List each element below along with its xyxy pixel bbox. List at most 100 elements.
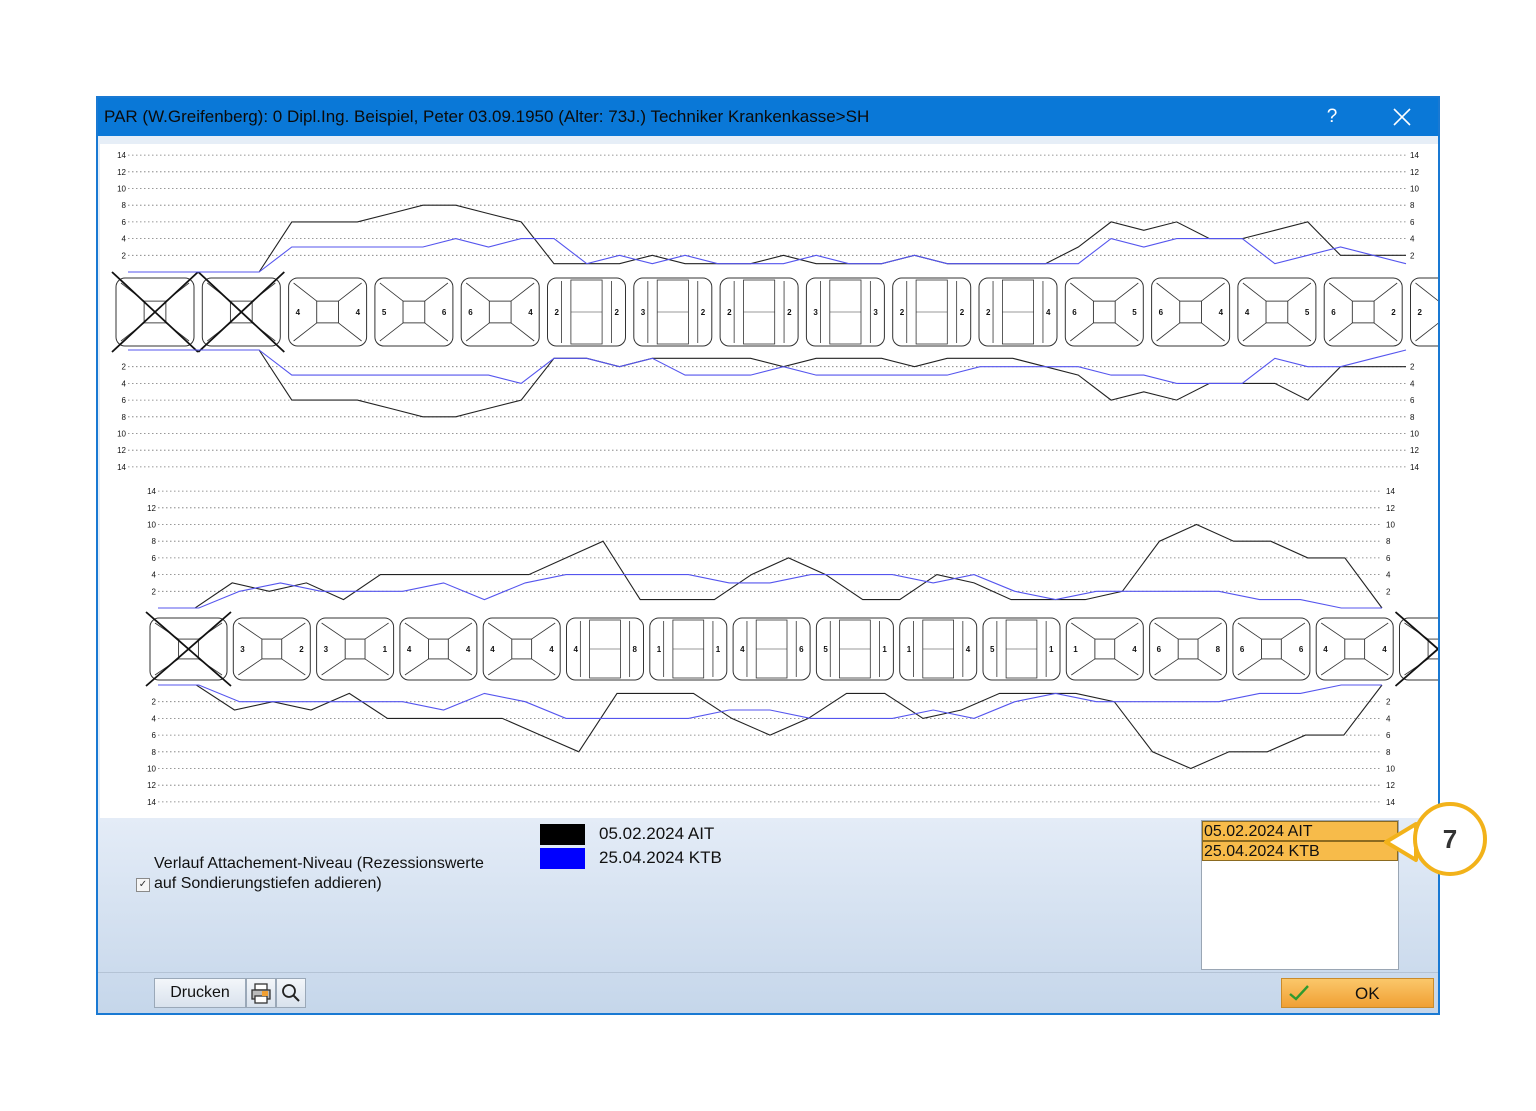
upper-tooth xyxy=(197,271,285,353)
grid-label-right: 6 xyxy=(1410,218,1415,227)
lower-tooth-part xyxy=(1177,638,1199,660)
grid-label-right: 14 xyxy=(1386,798,1395,807)
checkmark-icon xyxy=(1289,985,1309,1001)
print-setup-button[interactable] xyxy=(246,978,276,1008)
upper-tooth-part xyxy=(1410,277,1438,347)
lower-tooth: 32 xyxy=(232,617,311,681)
lower-tooth-part xyxy=(1094,638,1116,660)
grid-label-left: 14 xyxy=(117,463,126,472)
lower-tooth-part xyxy=(511,638,533,660)
grid-label-right: 10 xyxy=(1410,185,1419,194)
upper-tooth-part: 4 xyxy=(1245,308,1250,317)
upper-tooth-part: 2 xyxy=(787,308,792,317)
printer-icon xyxy=(251,983,271,1004)
upper-tooth: 22 xyxy=(719,277,799,347)
legend-entry-ait: 05.02.2024 AIT xyxy=(540,824,760,846)
lower-tooth-part xyxy=(261,638,283,660)
print-button[interactable]: Drucken xyxy=(154,978,246,1008)
grid-label-right: 4 xyxy=(1386,571,1391,580)
grid-label-left: 6 xyxy=(122,396,127,405)
legend-swatch-black xyxy=(540,824,585,845)
grid-label-left: 14 xyxy=(117,151,126,160)
close-button[interactable] xyxy=(1390,105,1414,129)
list-item-ait[interactable]: 05.02.2024 AIT xyxy=(1202,821,1398,841)
upper-tooth-part: 2 xyxy=(1391,308,1396,317)
upper-tooth-part: 5 xyxy=(1305,308,1310,317)
upper-tooth-part: 5 xyxy=(1132,308,1137,317)
grid-label-right: 2 xyxy=(1410,363,1415,372)
upper-tooth-part: 2 xyxy=(986,308,991,317)
grid-label-right: 12 xyxy=(1410,168,1419,177)
grid-label-left: 4 xyxy=(152,714,157,723)
upper-tooth: 64 xyxy=(1151,277,1231,347)
print-preview-button[interactable] xyxy=(276,978,306,1008)
lower-tooth: 51 xyxy=(815,617,894,681)
lower-tooth: 14 xyxy=(1065,617,1144,681)
lower-tooth: 44 xyxy=(482,617,561,681)
grid-label-right: 2 xyxy=(1386,698,1391,707)
grid-label-left: 2 xyxy=(122,363,127,372)
upper-tooth: 22 xyxy=(892,277,972,347)
help-button[interactable]: ? xyxy=(1320,105,1344,129)
lower-tooth-part: 1 xyxy=(657,645,662,654)
lower-tooth-part: 4 xyxy=(490,645,495,654)
upper-tooth: 45 xyxy=(1237,277,1317,347)
upper-tooth-part xyxy=(488,300,512,324)
ok-button[interactable]: OK xyxy=(1281,978,1434,1008)
attachment-level-checkbox[interactable]: ✓ xyxy=(136,878,150,892)
lower-tooth-part: 3 xyxy=(324,645,329,654)
lower-tooth-part: 5 xyxy=(823,645,828,654)
lower-tooth-part xyxy=(344,638,366,660)
upper-tooth-part: 2 xyxy=(1418,308,1423,317)
grid-label-left: 10 xyxy=(147,765,156,774)
bottom-panel: 05.02.2024 AIT 25.04.2024 KTB ✓ Verlauf … xyxy=(98,818,1438,1013)
lower-tooth: 46 xyxy=(732,617,811,681)
grid-label-left: 12 xyxy=(117,446,126,455)
grid-label-right: 2 xyxy=(1386,587,1391,596)
lower-tooth-part: 8 xyxy=(633,645,638,654)
legend-label-ait: 05.02.2024 AIT xyxy=(599,824,715,843)
grid-label-right: 4 xyxy=(1410,235,1415,244)
callout-badge: 7 xyxy=(1413,802,1487,876)
grid-label-right: 8 xyxy=(1386,748,1391,757)
title-bar: PAR (W.Greifenberg): 0 Dipl.Ing. Beispie… xyxy=(98,98,1438,136)
lower-tooth-part: 4 xyxy=(574,645,579,654)
lower-tooth-part: 1 xyxy=(907,645,912,654)
lower-tooth-part: 8 xyxy=(1216,645,1221,654)
grid-label-right: 14 xyxy=(1410,151,1419,160)
grid-label-left: 8 xyxy=(152,537,157,546)
upper-tooth-part: 6 xyxy=(1159,308,1164,317)
grid-label-right: 4 xyxy=(1386,714,1391,723)
lower-tooth-part: 1 xyxy=(882,645,887,654)
lower-tooth-part: 6 xyxy=(1157,645,1162,654)
lower-tooth-part: 1 xyxy=(1073,645,1078,654)
upper-tooth-part: 2 xyxy=(701,308,706,317)
lower-tooth xyxy=(145,611,232,687)
lower-tooth: 66 xyxy=(1232,617,1311,681)
attachment-level-checkbox-label: Verlauf Attachement-Niveau (Rezessionswe… xyxy=(154,855,484,892)
grid-label-right: 14 xyxy=(1386,487,1395,496)
grid-label-left: 14 xyxy=(147,798,156,807)
grid-label-right: 10 xyxy=(1386,521,1395,530)
upper-tooth-part xyxy=(1351,300,1375,324)
lower-tooth-part: 6 xyxy=(799,645,804,654)
findings-listbox[interactable]: 05.02.2024 AIT 25.04.2024 KTB xyxy=(1201,820,1399,970)
lower-tooth: 44 xyxy=(1315,617,1394,681)
grid-label-left: 12 xyxy=(147,504,156,513)
lower-tooth-part xyxy=(1261,638,1282,660)
lower-tooth-part: 4 xyxy=(1132,645,1137,654)
grid-label-right: 2 xyxy=(1410,251,1415,260)
lower-tooth-part: 4 xyxy=(740,645,745,654)
grid-label-left: 10 xyxy=(117,430,126,439)
upper-tooth-part: 4 xyxy=(1046,308,1051,317)
list-item-ktb[interactable]: 25.04.2024 KTB xyxy=(1202,841,1398,861)
lower-tooth-part: 1 xyxy=(383,645,388,654)
lower-tooth-part: 4 xyxy=(466,645,471,654)
upper-ktb-palatal-line xyxy=(128,349,1407,384)
upper-tooth-part xyxy=(1265,300,1289,324)
lower-tooth-part xyxy=(428,638,449,660)
grid-label-right: 14 xyxy=(1410,463,1419,472)
legend-entry-ktb: 25.04.2024 KTB xyxy=(540,848,760,870)
lower-tooth-part: 6 xyxy=(1240,645,1245,654)
window-title: PAR (W.Greifenberg): 0 Dipl.Ing. Beispie… xyxy=(104,107,870,126)
